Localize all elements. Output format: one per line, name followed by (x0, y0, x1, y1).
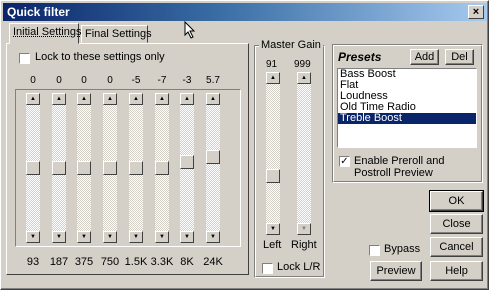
left-gain-down-button[interactable]: ▼ (266, 223, 280, 235)
window-title: Quick filter (7, 5, 70, 19)
left-gain-up-button[interactable]: ▲ (266, 72, 280, 84)
eq-slider-up-button[interactable]: ▲ (155, 93, 169, 105)
bypass-checkbox[interactable] (369, 245, 380, 256)
eq-slider-thumb[interactable] (77, 161, 91, 175)
eq-slider-down-button[interactable]: ▼ (26, 231, 40, 243)
lock-lr-label: Lock L/R (277, 261, 321, 273)
eq-band-slider[interactable]: ▲ ▼ (52, 93, 66, 243)
eq-slider-up-button[interactable]: ▲ (103, 93, 117, 105)
presets-list[interactable]: Bass Boost Flat Loudness Old Time Radio … (337, 68, 477, 148)
eq-band-frequency: 187 (49, 256, 69, 268)
eq-band-slider[interactable]: ▲ ▼ (180, 93, 194, 243)
eq-band-slider[interactable]: ▲ ▼ (155, 93, 169, 243)
preview-button[interactable]: Preview (370, 261, 422, 281)
tab-initial-settings[interactable]: Initial Settings (9, 23, 81, 44)
close-window-button[interactable]: × (468, 5, 484, 19)
ok-button[interactable]: OK (429, 190, 484, 212)
eq-band-value: 0 (81, 75, 87, 86)
cancel-button[interactable]: Cancel (430, 237, 483, 257)
eq-band-frequency: 93 (26, 256, 40, 268)
eq-slider-thumb[interactable] (206, 150, 220, 164)
eq-band-value: 0 (107, 75, 113, 86)
eq-slider-thumb[interactable] (26, 161, 40, 175)
lock-settings-checkbox[interactable] (19, 53, 30, 64)
eq-slider-thumb[interactable] (129, 161, 143, 175)
title-bar: Quick filter × (3, 3, 487, 21)
eq-band-frequency: 375 (74, 256, 94, 268)
preset-item-selected[interactable]: Treble Boost (338, 113, 476, 124)
eq-slider-down-button[interactable]: ▼ (103, 231, 117, 243)
mouse-cursor-icon (184, 21, 196, 39)
right-gain-value: 999 (294, 59, 311, 70)
eq-slider-down-button[interactable]: ▼ (129, 231, 143, 243)
eq-slider-up-button[interactable]: ▲ (180, 93, 194, 105)
right-gain-slider[interactable]: ▲ ▼ (297, 72, 311, 235)
eq-band-value: 0 (56, 75, 62, 86)
close-button[interactable]: Close (430, 214, 483, 234)
eq-slider-thumb[interactable] (155, 161, 169, 175)
eq-slider-down-button[interactable]: ▼ (77, 231, 91, 243)
eq-band-frequency: 3.3K (150, 256, 174, 268)
eq-slider-up-button[interactable]: ▲ (206, 93, 220, 105)
eq-band-slider[interactable]: ▲ ▼ (103, 93, 117, 243)
eq-band-frequency: 750 (100, 256, 120, 268)
eq-band-frequency: 8K (180, 256, 194, 268)
eq-slider-up-button[interactable]: ▲ (26, 93, 40, 105)
eq-slider-down-button[interactable]: ▼ (52, 231, 66, 243)
left-channel-label: Left (263, 239, 282, 251)
lock-settings-label: Lock to these settings only (35, 51, 165, 63)
right-gain-up-button[interactable]: ▲ (297, 72, 311, 84)
eq-slider-down-button[interactable]: ▼ (206, 231, 220, 243)
eq-band-frequency: 1.5K (124, 256, 148, 268)
add-preset-button[interactable]: Add (410, 49, 439, 65)
eq-band-value: -7 (157, 75, 167, 86)
presets-title: Presets (338, 50, 382, 64)
lock-lr-checkbox[interactable] (262, 263, 273, 274)
eq-band-frequency: 24K (203, 256, 223, 268)
eq-slider-thumb[interactable] (180, 155, 194, 169)
eq-slider-thumb[interactable] (103, 161, 117, 175)
enable-preview-checkbox[interactable]: ✓ (339, 156, 350, 167)
master-gain-title: Master Gain (259, 39, 323, 51)
eq-band-slider[interactable]: ▲ ▼ (206, 93, 220, 243)
eq-band-slider[interactable]: ▲ ▼ (77, 93, 91, 243)
right-channel-label: Right (291, 239, 317, 251)
eq-band-value: -3 (182, 75, 192, 86)
eq-band-value: 5.7 (206, 75, 220, 86)
tab-final-settings[interactable]: Final Settings (81, 25, 152, 43)
left-gain-value: 91 (266, 59, 278, 70)
right-gain-down-button[interactable]: ▼ (297, 223, 311, 235)
eq-slider-down-button[interactable]: ▼ (180, 231, 194, 243)
eq-slider-up-button[interactable]: ▲ (77, 93, 91, 105)
help-button[interactable]: Help (430, 261, 483, 281)
eq-band-slider[interactable]: ▲ ▼ (26, 93, 40, 243)
enable-preview-label: Enable Preroll and Postroll Preview (354, 155, 445, 179)
eq-band-value: 0 (30, 75, 36, 86)
eq-slider-thumb[interactable] (52, 161, 66, 175)
eq-slider-down-button[interactable]: ▼ (155, 231, 169, 243)
quick-filter-dialog: Quick filter × Initial Settings Final Se… (0, 0, 489, 290)
bypass-label: Bypass (384, 243, 421, 255)
delete-preset-button[interactable]: Del (445, 49, 474, 65)
left-gain-slider[interactable]: ▲ ▼ (266, 72, 280, 235)
eq-band-value: -5 (131, 75, 141, 86)
preset-item[interactable]: Bass Boost (338, 69, 476, 80)
left-gain-thumb[interactable] (266, 169, 280, 183)
eq-slider-up-button[interactable]: ▲ (52, 93, 66, 105)
eq-slider-up-button[interactable]: ▲ (129, 93, 143, 105)
eq-band-slider[interactable]: ▲ ▼ (129, 93, 143, 243)
